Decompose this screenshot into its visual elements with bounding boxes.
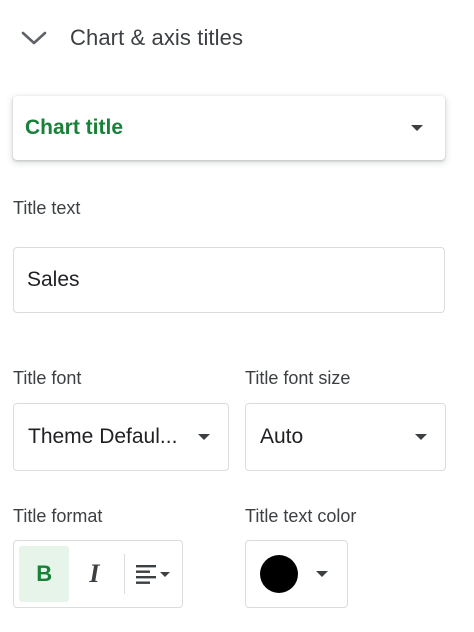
title-text-color-label: Title text color bbox=[245, 506, 357, 526]
title-font-size-value: Auto bbox=[260, 425, 304, 448]
italic-button[interactable]: I bbox=[69, 546, 119, 602]
title-text-input[interactable] bbox=[13, 247, 445, 313]
section-title: Chart & axis titles bbox=[70, 25, 244, 50]
title-format-toolbar: B I bbox=[13, 540, 183, 608]
toolbar-divider bbox=[123, 554, 125, 594]
title-text-color-picker[interactable] bbox=[245, 540, 348, 608]
italic-icon: I bbox=[89, 559, 100, 588]
title-text-label: Title text bbox=[13, 198, 81, 218]
target-dropdown-value: Chart title bbox=[25, 116, 124, 139]
chevron-down-icon bbox=[21, 31, 47, 45]
bold-icon: B bbox=[36, 561, 53, 586]
dropdown-arrow-icon bbox=[316, 571, 328, 577]
title-format-label: Title format bbox=[13, 506, 103, 526]
dropdown-arrow-icon bbox=[198, 434, 210, 440]
title-font-size-label: Title font size bbox=[245, 368, 351, 388]
color-swatch bbox=[260, 555, 298, 593]
dropdown-arrow-icon bbox=[415, 434, 427, 440]
title-font-value: Theme Defaul... bbox=[28, 425, 178, 448]
bold-button[interactable]: B bbox=[19, 546, 70, 602]
align-button[interactable] bbox=[129, 546, 177, 602]
dropdown-arrow-icon bbox=[411, 125, 423, 131]
chart-title-target-dropdown[interactable]: Chart title bbox=[13, 96, 445, 160]
title-font-size-dropdown[interactable]: Auto bbox=[245, 403, 446, 471]
title-font-dropdown[interactable]: Theme Defaul... bbox=[13, 403, 229, 471]
align-left-icon bbox=[135, 565, 170, 584]
section-header-chart-axis-titles[interactable]: Chart & axis titles bbox=[20, 20, 243, 56]
title-font-label: Title font bbox=[13, 368, 82, 388]
